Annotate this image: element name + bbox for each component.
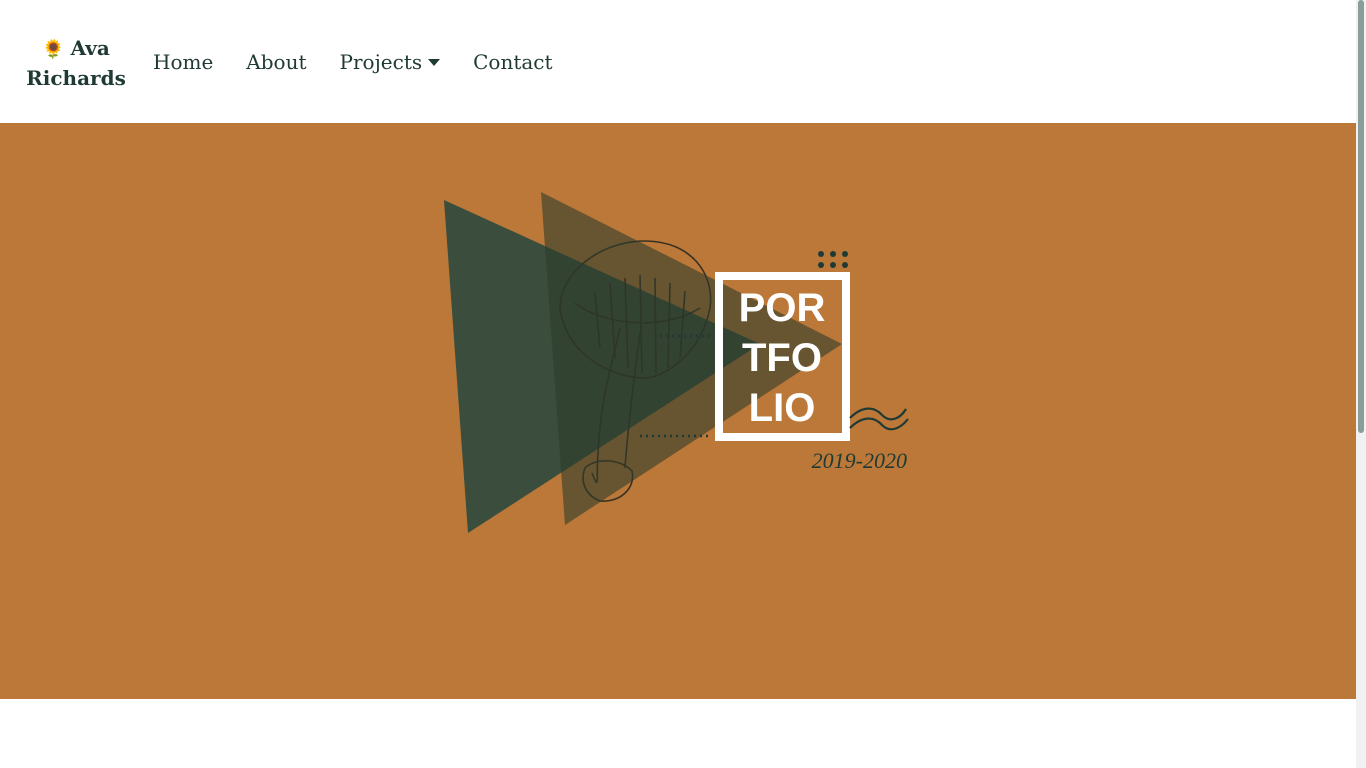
portfolio-line-3: LIO	[749, 386, 816, 430]
navbar: 🌻 Ava Richards Home About Projects Contac…	[0, 0, 1356, 123]
dots-decoration	[818, 251, 848, 268]
nav-contact[interactable]: Contact	[473, 49, 552, 75]
nav-projects-label: Projects	[339, 50, 423, 74]
portfolio-years: 2019-2020	[812, 448, 907, 473]
portfolio-line-2: TFO	[742, 336, 822, 380]
scrollbar[interactable]	[1356, 0, 1366, 768]
hero-banner: POR TFO LIO 2019-2020	[0, 123, 1356, 699]
portfolio-line-1: POR	[739, 286, 826, 330]
brand-name-last: Richards	[26, 66, 126, 90]
portfolio-cover-graphic: POR TFO LIO 2019-2020	[444, 192, 909, 533]
caret-down-icon	[428, 58, 441, 66]
wave-decoration	[849, 407, 909, 431]
brand-name-first: Ava	[70, 36, 110, 60]
sunflower-icon: 🌻	[42, 39, 65, 60]
nav-home[interactable]: Home	[153, 49, 213, 75]
nav-about[interactable]: About	[246, 49, 306, 75]
scrollbar-thumb[interactable]	[1358, 0, 1364, 433]
nav-projects[interactable]: Projects	[340, 49, 441, 75]
brand-logo[interactable]: 🌻 Ava Richards	[26, 34, 126, 92]
main-nav: Home About Projects Contact	[153, 49, 553, 75]
